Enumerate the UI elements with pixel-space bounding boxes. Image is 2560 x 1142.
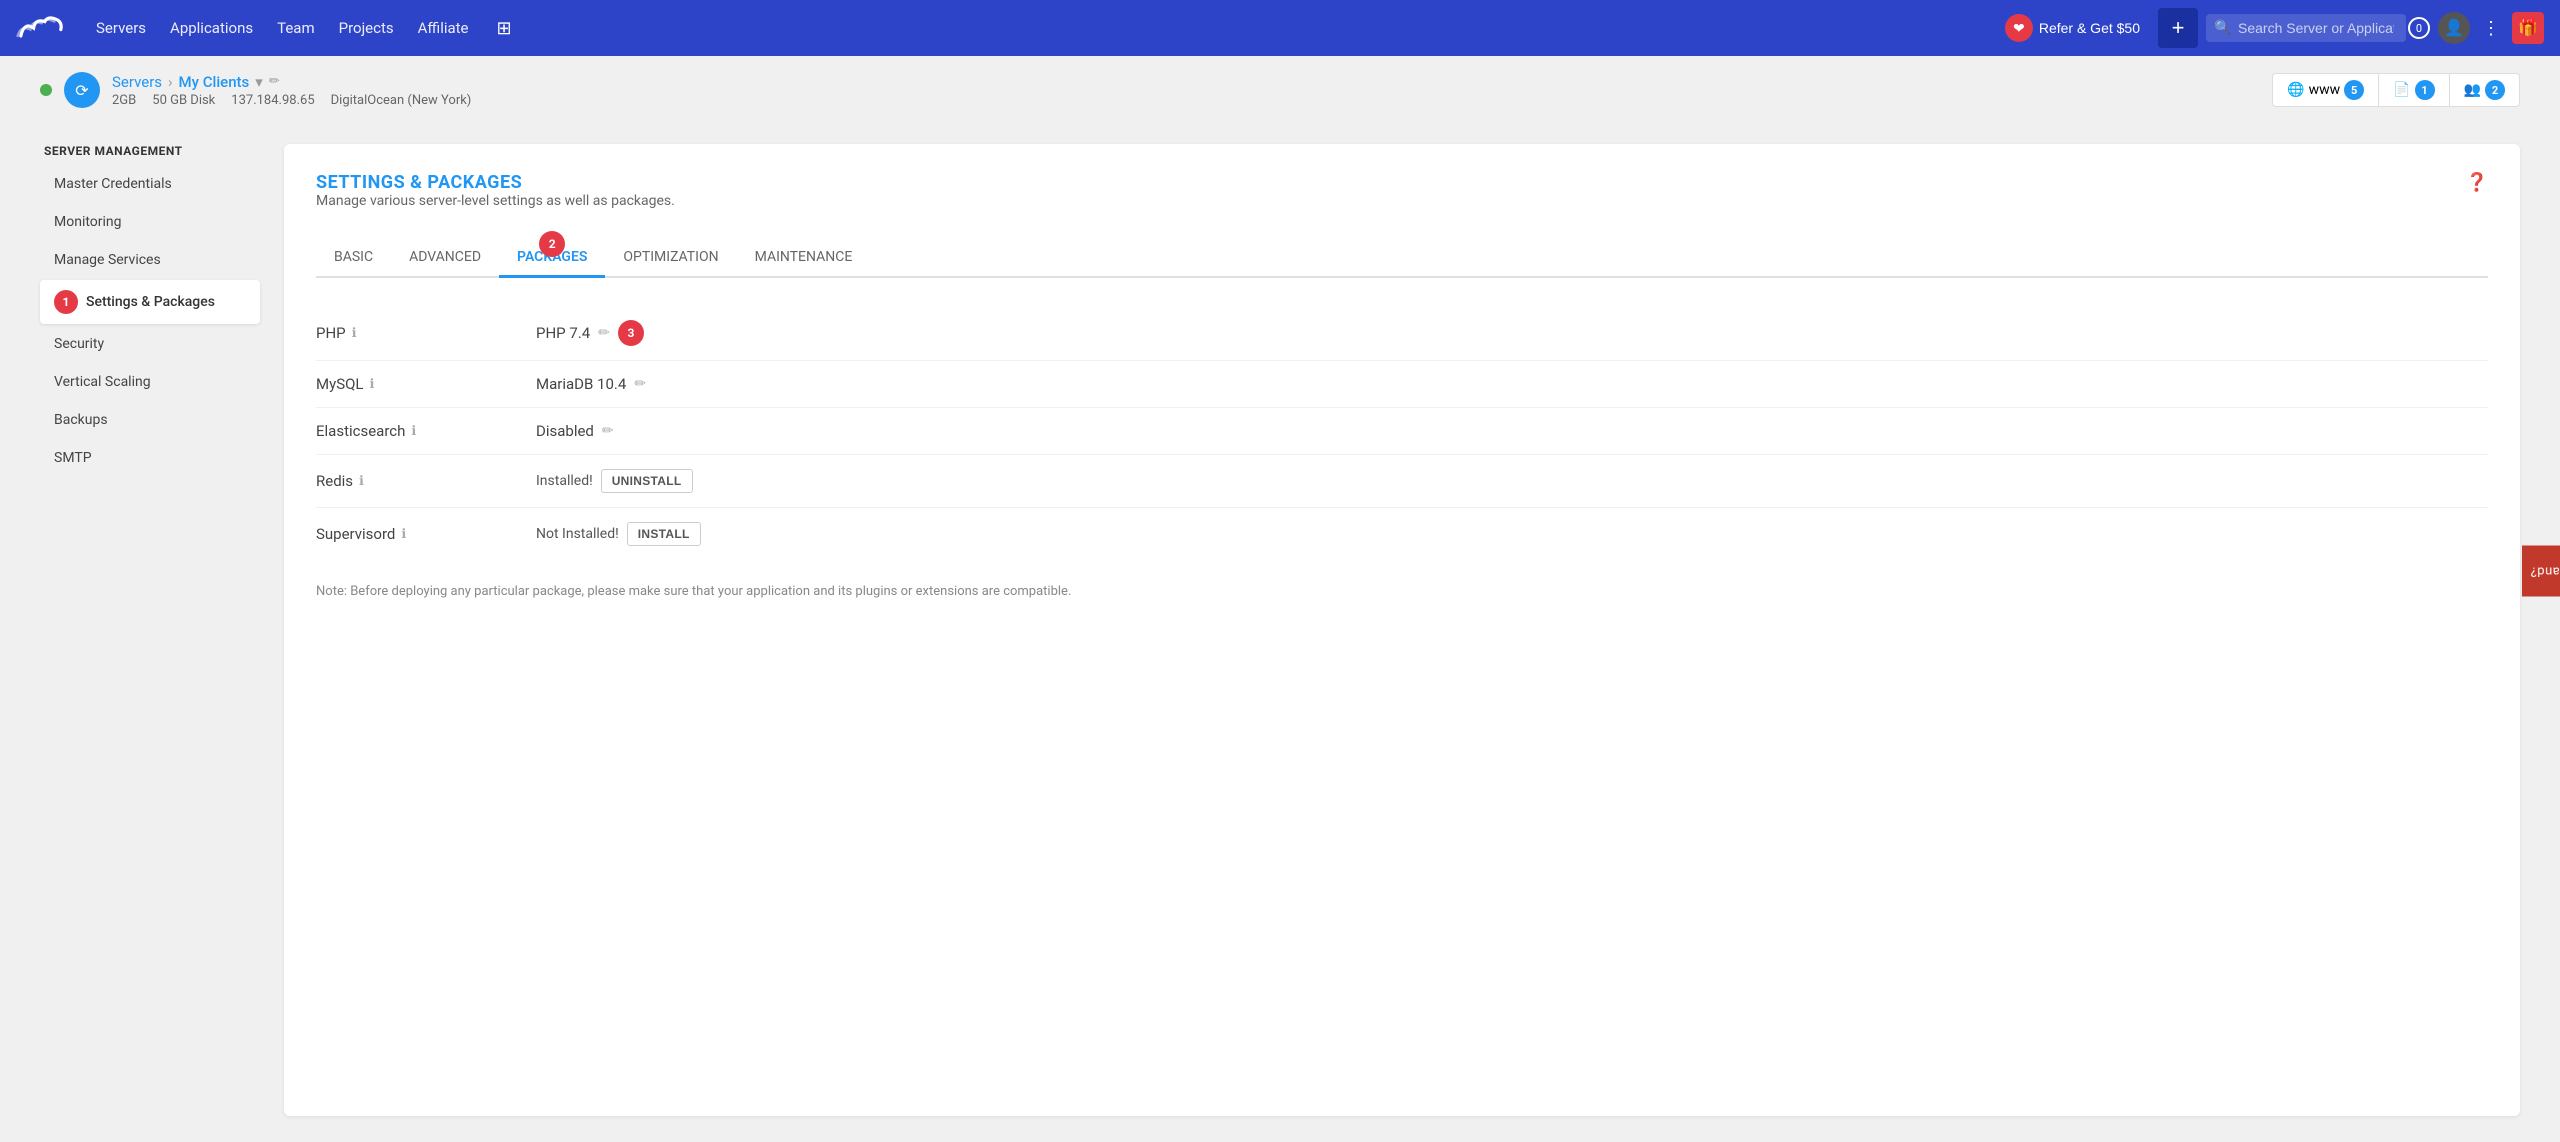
breadcrumb-path: Servers › My Clients ▾ ✏ bbox=[112, 73, 471, 91]
www-icon: 🌐 bbox=[2287, 82, 2304, 98]
help-icon[interactable]: ❓ bbox=[2466, 172, 2488, 193]
pkg-val-redis: Installed! UNINSTALL bbox=[536, 469, 693, 493]
server-logo: ⟳ bbox=[64, 72, 100, 108]
pkg-val-elasticsearch: Disabled ✏ bbox=[536, 422, 614, 440]
elasticsearch-info-icon[interactable]: ℹ bbox=[411, 424, 416, 439]
bc-stat-users[interactable]: 👥 2 bbox=[2450, 74, 2519, 106]
package-note: Note: Before deploying any particular pa… bbox=[316, 576, 2488, 599]
nav-applications[interactable]: Applications bbox=[170, 19, 253, 37]
nav-affiliate[interactable]: Affiliate bbox=[418, 19, 469, 37]
more-options-button[interactable]: ⋮ bbox=[2478, 14, 2504, 43]
panel-description: Manage various server-level settings as … bbox=[316, 193, 675, 209]
files-icon: 📄 bbox=[2393, 82, 2410, 98]
sidebar: Server Management Master Credentials Mon… bbox=[40, 144, 260, 1116]
sidebar-item-monitoring[interactable]: Monitoring bbox=[40, 204, 260, 240]
tab-maintenance[interactable]: MAINTENANCE bbox=[737, 239, 871, 278]
tab-step-badge: 2 bbox=[539, 231, 565, 257]
feedback-tab[interactable]: Need a hand? bbox=[2522, 546, 2560, 597]
breadcrumb-right: 🌐 www 5 📄 1 👥 2 bbox=[2272, 73, 2520, 107]
search-wrap: 🔍 bbox=[2206, 14, 2406, 42]
pkg-row-redis: Redis ℹ Installed! UNINSTALL bbox=[316, 455, 2488, 508]
users-icon: 👥 bbox=[2464, 82, 2481, 98]
pkg-val-supervisord: Not Installed! INSTALL bbox=[536, 522, 701, 546]
nav-projects[interactable]: Projects bbox=[339, 19, 394, 37]
pkg-val-php: PHP 7.4 ✏ 3 bbox=[536, 320, 644, 346]
nav-servers[interactable]: Servers bbox=[96, 19, 146, 37]
supervisord-install-button[interactable]: INSTALL bbox=[627, 522, 701, 546]
bc-stat-files[interactable]: 📄 1 bbox=[2379, 74, 2449, 106]
step-badge-1: 1 bbox=[54, 290, 78, 314]
server-ip: 137.184.98.65 bbox=[231, 93, 314, 108]
www-label: www bbox=[2309, 82, 2341, 98]
php-step-badge: 3 bbox=[618, 320, 644, 346]
server-disk: 50 GB Disk bbox=[152, 93, 215, 108]
logo[interactable] bbox=[16, 12, 64, 44]
server-dropdown-icon[interactable]: ▾ bbox=[255, 73, 263, 91]
elasticsearch-edit-icon[interactable]: ✏ bbox=[602, 423, 614, 439]
servers-link[interactable]: Servers bbox=[112, 73, 162, 91]
pkg-name-supervisord: Supervisord ℹ bbox=[316, 525, 536, 543]
breadcrumb-chevron: › bbox=[168, 73, 173, 91]
user-avatar[interactable]: 👤 bbox=[2438, 12, 2470, 44]
pkg-row-mysql: MySQL ℹ MariaDB 10.4 ✏ bbox=[316, 361, 2488, 408]
sidebar-section-title: Server Management bbox=[40, 144, 260, 158]
main-layout: Server Management Master Credentials Mon… bbox=[0, 124, 2560, 1136]
pkg-name-mysql: MySQL ℹ bbox=[316, 375, 536, 393]
pkg-row-php: PHP ℹ PHP 7.4 ✏ 3 bbox=[316, 306, 2488, 361]
server-meta: 2GB 50 GB Disk 137.184.98.65 DigitalOcea… bbox=[112, 93, 471, 108]
pkg-name-elasticsearch: Elasticsearch ℹ bbox=[316, 422, 536, 440]
tab-optimization[interactable]: OPTIMIZATION bbox=[605, 239, 736, 278]
php-edit-icon[interactable]: ✏ bbox=[598, 325, 610, 341]
sidebar-item-manage-services[interactable]: Manage Services bbox=[40, 242, 260, 278]
server-ram: 2GB bbox=[112, 93, 136, 108]
redis-status: Installed! bbox=[536, 473, 593, 489]
breadcrumb-area: ⟳ Servers › My Clients ▾ ✏ 2GB 50 GB Dis… bbox=[0, 56, 2560, 124]
pkg-row-supervisord: Supervisord ℹ Not Installed! INSTALL bbox=[316, 508, 2488, 560]
tab-basic[interactable]: BASIC bbox=[316, 239, 391, 278]
pkg-val-mysql: MariaDB 10.4 ✏ bbox=[536, 375, 646, 393]
refer-button[interactable]: ❤ Refer & Get $50 bbox=[1995, 8, 2150, 48]
sidebar-item-settings-packages[interactable]: 1 Settings & Packages bbox=[40, 280, 260, 324]
breadcrumb-left: ⟳ Servers › My Clients ▾ ✏ 2GB 50 GB Dis… bbox=[40, 72, 471, 108]
sidebar-item-vertical-scaling[interactable]: Vertical Scaling bbox=[40, 364, 260, 400]
packages-list: PHP ℹ PHP 7.4 ✏ 3 MySQL ℹ MariaDB 10.4 ✏ bbox=[316, 306, 2488, 560]
tab-packages[interactable]: 2 PACKAGES bbox=[499, 239, 605, 278]
supervisord-status: Not Installed! bbox=[536, 526, 619, 542]
notification-badge[interactable]: 0 bbox=[2408, 17, 2430, 39]
server-provider: DigitalOcean (New York) bbox=[331, 93, 472, 108]
sidebar-item-security[interactable]: Security bbox=[40, 326, 260, 362]
users-count: 2 bbox=[2485, 80, 2505, 100]
server-name-link[interactable]: My Clients bbox=[179, 73, 250, 91]
tab-bar: BASIC ADVANCED 2 PACKAGES OPTIMIZATION M… bbox=[316, 239, 2488, 278]
server-status-dot bbox=[40, 84, 52, 96]
content-panel: SETTINGS & PACKAGES Manage various serve… bbox=[284, 144, 2520, 1116]
bc-stat-www[interactable]: 🌐 www 5 bbox=[2273, 74, 2379, 106]
grid-button[interactable]: ⊞ bbox=[493, 14, 516, 43]
panel-header: SETTINGS & PACKAGES Manage various serve… bbox=[316, 172, 2488, 233]
navbar: Servers Applications Team Projects Affil… bbox=[0, 0, 2560, 56]
redis-uninstall-button[interactable]: UNINSTALL bbox=[601, 469, 693, 493]
heart-icon: ❤ bbox=[2005, 14, 2033, 42]
nav-team[interactable]: Team bbox=[277, 19, 315, 37]
sidebar-item-smtp[interactable]: SMTP bbox=[40, 440, 260, 476]
www-count: 5 bbox=[2344, 80, 2364, 100]
sidebar-item-backups[interactable]: Backups bbox=[40, 402, 260, 438]
server-edit-icon[interactable]: ✏ bbox=[269, 74, 280, 89]
pkg-row-elasticsearch: Elasticsearch ℹ Disabled ✏ bbox=[316, 408, 2488, 455]
pkg-name-php: PHP ℹ bbox=[316, 324, 536, 342]
add-button[interactable]: + bbox=[2158, 8, 2198, 48]
php-info-icon[interactable]: ℹ bbox=[352, 326, 357, 341]
breadcrumb-info: Servers › My Clients ▾ ✏ 2GB 50 GB Disk … bbox=[112, 73, 471, 108]
mysql-info-icon[interactable]: ℹ bbox=[370, 377, 375, 392]
search-input[interactable] bbox=[2206, 14, 2406, 42]
gift-button[interactable]: 🎁 bbox=[2512, 12, 2544, 44]
supervisord-info-icon[interactable]: ℹ bbox=[401, 527, 406, 542]
panel-title: SETTINGS & PACKAGES bbox=[316, 172, 675, 193]
pkg-name-redis: Redis ℹ bbox=[316, 472, 536, 490]
redis-info-icon[interactable]: ℹ bbox=[359, 474, 364, 489]
files-count: 1 bbox=[2415, 80, 2435, 100]
tab-advanced[interactable]: ADVANCED bbox=[391, 239, 499, 278]
sidebar-item-master-credentials[interactable]: Master Credentials bbox=[40, 166, 260, 202]
mysql-edit-icon[interactable]: ✏ bbox=[634, 376, 646, 392]
